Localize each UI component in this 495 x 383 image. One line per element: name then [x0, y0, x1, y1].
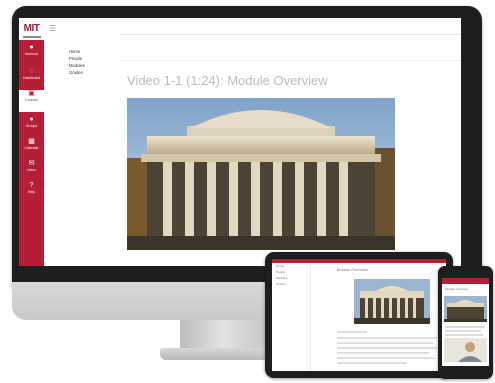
phone-video-thumbnail[interactable]	[444, 296, 487, 322]
course-nav-grades[interactable]: Grades	[69, 69, 114, 76]
tablet-text-line	[337, 337, 437, 339]
nav-label: Dashboard	[22, 76, 41, 80]
tablet-text-line	[337, 362, 407, 364]
course-nav-people[interactable]: People	[69, 55, 114, 62]
nav-label: Help	[27, 190, 36, 194]
nav-label: Calendar	[24, 146, 39, 150]
course-nav-modules[interactable]: Modules	[69, 62, 114, 69]
book-icon: ▣	[28, 90, 35, 97]
tablet-device: Home People Modules Grades Module Overvi…	[265, 252, 453, 378]
phone-page-title: Module Overview	[445, 287, 469, 291]
course-nav-home[interactable]: Home	[69, 48, 114, 55]
phone-text-line	[445, 330, 481, 332]
tablet-course-nav: Home People Modules Grades	[272, 263, 311, 371]
nav-item-dashboard[interactable]: ◌ Dashboard	[19, 68, 44, 81]
nav-item-account[interactable]: ● Account	[19, 44, 44, 57]
hamburger-menu-icon[interactable]: ☰	[49, 24, 56, 33]
tablet-text-line	[337, 342, 433, 344]
video-thumbnail-great-dome[interactable]	[127, 98, 395, 250]
tablet-page-title: Module Overview	[337, 267, 368, 272]
logo-text: MIT	[23, 23, 40, 34]
monitor-stand	[180, 320, 275, 350]
groups-icon: ●	[29, 116, 34, 123]
nav-item-help[interactable]: ? Help	[19, 182, 44, 195]
phone-header-bar	[442, 278, 489, 284]
dashboard-icon: ◌	[29, 68, 34, 75]
header-divider	[119, 34, 461, 35]
nav-item-calendar[interactable]: ▦ Calendar	[19, 138, 44, 151]
phone-screen: Module Overview	[442, 278, 489, 366]
tablet-screen: Home People Modules Grades Module Overvi…	[272, 259, 446, 371]
tablet-nav-grades[interactable]: Grades	[272, 281, 310, 287]
content-divider	[119, 60, 461, 61]
phone-person-thumbnail[interactable]	[444, 338, 487, 362]
nav-label: Inbox	[27, 168, 36, 172]
nav-label: Account	[25, 52, 38, 56]
phone-text-line	[445, 334, 483, 336]
calendar-icon: ▦	[28, 138, 35, 145]
course-navigation: Home People Modules Grades	[69, 48, 114, 76]
tablet-text-line	[337, 347, 437, 349]
tablet-video-thumbnail[interactable]	[354, 279, 430, 324]
phone-text-line	[445, 326, 485, 328]
nav-item-courses[interactable]: ▣ Courses	[19, 90, 44, 112]
global-nav-sidebar: MIT ● Account ◌ Dashboard ▣ Courses ● Gr…	[19, 18, 44, 266]
tablet-text-line	[337, 352, 429, 354]
nav-label: Courses	[24, 98, 39, 102]
help-icon: ?	[29, 182, 34, 189]
nav-item-inbox[interactable]: ✉ Inbox	[19, 160, 44, 173]
mit-logo[interactable]: MIT	[19, 18, 44, 40]
page-title: Video 1-1 (1:24): Module Overview	[127, 73, 328, 88]
inbox-icon: ✉	[28, 160, 35, 167]
tablet-text-line	[337, 331, 367, 333]
phone-device: Module Overview	[438, 266, 493, 379]
desktop-screen: MIT ● Account ◌ Dashboard ▣ Courses ● Gr…	[19, 18, 461, 266]
nav-label: Groups	[25, 124, 38, 128]
nav-item-groups[interactable]: ● Groups	[19, 116, 44, 129]
tablet-text-line	[337, 357, 435, 359]
user-icon: ●	[29, 44, 34, 51]
